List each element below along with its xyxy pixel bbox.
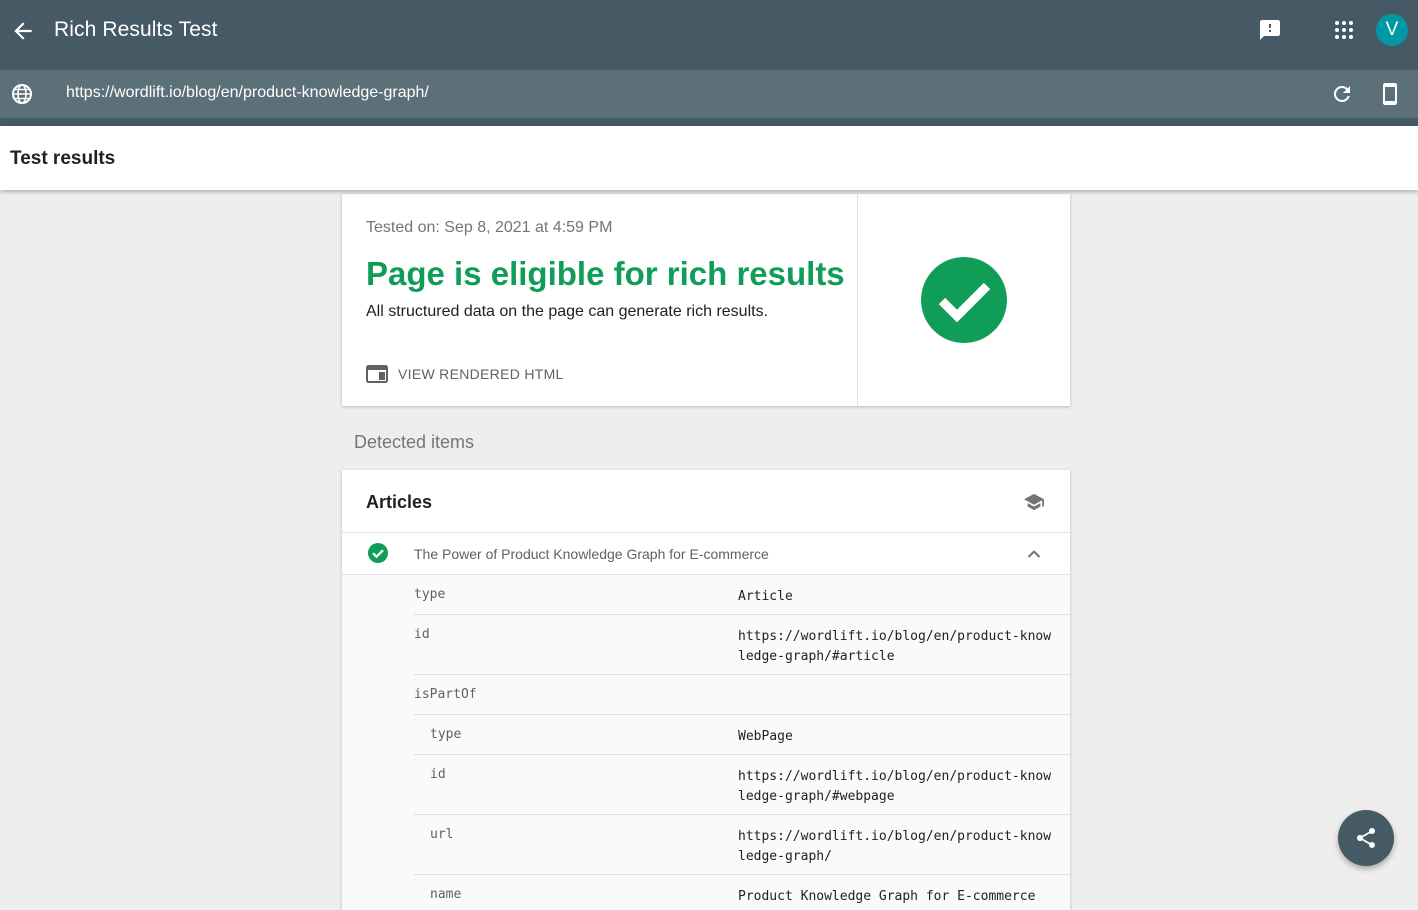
arrow-back-icon[interactable]: [10, 18, 36, 44]
articles-section-title: Articles: [366, 492, 433, 512]
share-icon: [1357, 828, 1375, 848]
property-key: type: [430, 727, 462, 742]
feedback-icon[interactable]: [1258, 18, 1282, 42]
property-value: WebPage: [738, 729, 793, 744]
summary-card: Tested on: Sep 8, 2021 at 4:59 PM Page i…: [342, 194, 1070, 406]
detected-items-label: Detected items: [354, 432, 475, 452]
property-key: url: [430, 827, 454, 842]
property-key: id: [430, 767, 446, 782]
property-row: id https://wordlift.io/blog/en/product-kn…: [414, 615, 1070, 675]
url-bar: https://wordlift.io/blog/en/product-know…: [0, 70, 1418, 118]
globe-icon: [12, 84, 32, 104]
property-row: type Article: [414, 575, 1070, 615]
avatar[interactable]: V: [1376, 14, 1408, 46]
articles-card-header: Articles: [342, 470, 1070, 533]
smartphone-icon[interactable]: [1378, 82, 1402, 106]
tested-on-label: Tested on: Sep 8, 2021 at 4:59 PM: [366, 219, 613, 236]
articles-card: Articles The Power of Product Knowledge …: [342, 470, 1070, 910]
app-title: Rich Results Test: [54, 18, 218, 41]
property-key: id: [414, 627, 430, 642]
apps-grid-icon[interactable]: [1332, 18, 1356, 42]
share-button[interactable]: [1338, 810, 1394, 866]
view-rendered-html-button[interactable]: VIEW RENDERED HTML: [366, 362, 564, 386]
eligibility-headline: Page is eligible for rich results: [366, 255, 845, 292]
summary-text-panel: Tested on: Sep 8, 2021 at 4:59 PM Page i…: [342, 194, 858, 406]
view-rendered-html-label: VIEW RENDERED HTML: [398, 366, 564, 382]
chevron-up-icon[interactable]: [1025, 545, 1043, 563]
property-value: https://wordlift.io/blog/en/product-know…: [738, 629, 1052, 664]
results-header: Test results: [0, 126, 1418, 190]
property-row: isPartOf: [414, 675, 1070, 715]
property-value: https://wordlift.io/blog/en/product-know…: [738, 829, 1052, 864]
results-title: Test results: [10, 148, 116, 169]
url-input[interactable]: https://wordlift.io/blog/en/product-know…: [66, 84, 429, 102]
property-row: type WebPage: [414, 715, 1070, 755]
app-bar: Rich Results Test V: [0, 0, 1418, 70]
school-icon[interactable]: [1023, 492, 1045, 512]
check-circle-icon: [921, 257, 1007, 343]
article-item-title: The Power of Product Knowledge Graph for…: [414, 546, 769, 562]
property-value: Product Knowledge Graph for E-commerce: [738, 889, 1036, 904]
article-item-row[interactable]: The Power of Product Knowledge Graph for…: [342, 533, 1070, 575]
property-key: isPartOf: [414, 687, 477, 702]
property-row: name Product Knowledge Graph for E-commer…: [414, 875, 1070, 910]
property-value: https://wordlift.io/blog/en/product-know…: [738, 769, 1052, 804]
property-key: name: [430, 887, 462, 902]
web-page-icon: [366, 365, 388, 383]
refresh-icon[interactable]: [1330, 82, 1354, 106]
header-strip: [0, 118, 1418, 126]
eligibility-description: All structured data on the page can gene…: [366, 303, 769, 320]
property-row: url https://wordlift.io/blog/en/product-k…: [414, 815, 1070, 875]
property-row: id https://wordlift.io/blog/en/product-kn…: [414, 755, 1070, 815]
property-key: type: [414, 587, 446, 602]
property-value: Article: [738, 589, 793, 604]
valid-check-icon: [368, 543, 388, 563]
